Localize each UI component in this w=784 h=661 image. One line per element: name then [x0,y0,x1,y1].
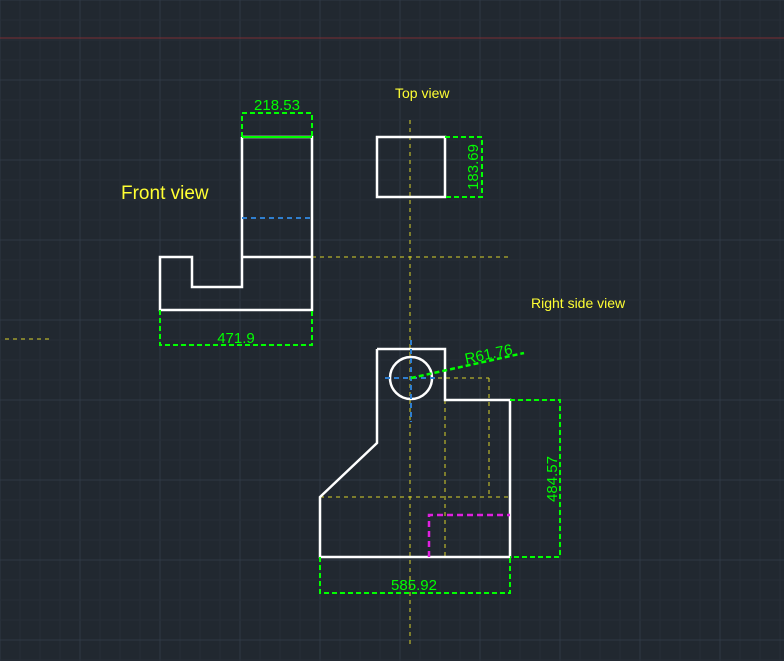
dimension-top-height-label: 183.69 [465,144,482,190]
dimension-front-top[interactable] [241,112,313,138]
top-view-rectangle[interactable] [375,135,447,199]
grid [0,0,784,661]
dimension-front-top-label: 218.53 [254,97,300,114]
front-view-outline[interactable] [158,135,314,312]
right-view-hidden-pocket [427,513,510,557]
front-view-label: Front view [121,183,209,204]
top-view-label: Top view [395,85,450,101]
cad-drawing-canvas[interactable]: 218.53 471.9 Front view 183.69 Top view … [0,0,784,661]
dimension-radius-label: R61.76 [463,341,514,368]
dimension-front-bottom-label: 471.9 [217,330,255,347]
right-side-view-label: Right side view [531,295,626,311]
centerlines [5,120,512,645]
dimension-right-height-label: 484.57 [544,456,561,502]
dimension-right-width-label: 585.92 [391,577,437,594]
hole-centerlines [385,340,437,422]
front-view[interactable] [158,135,314,312]
dimension-front-top-frame [241,112,313,137]
